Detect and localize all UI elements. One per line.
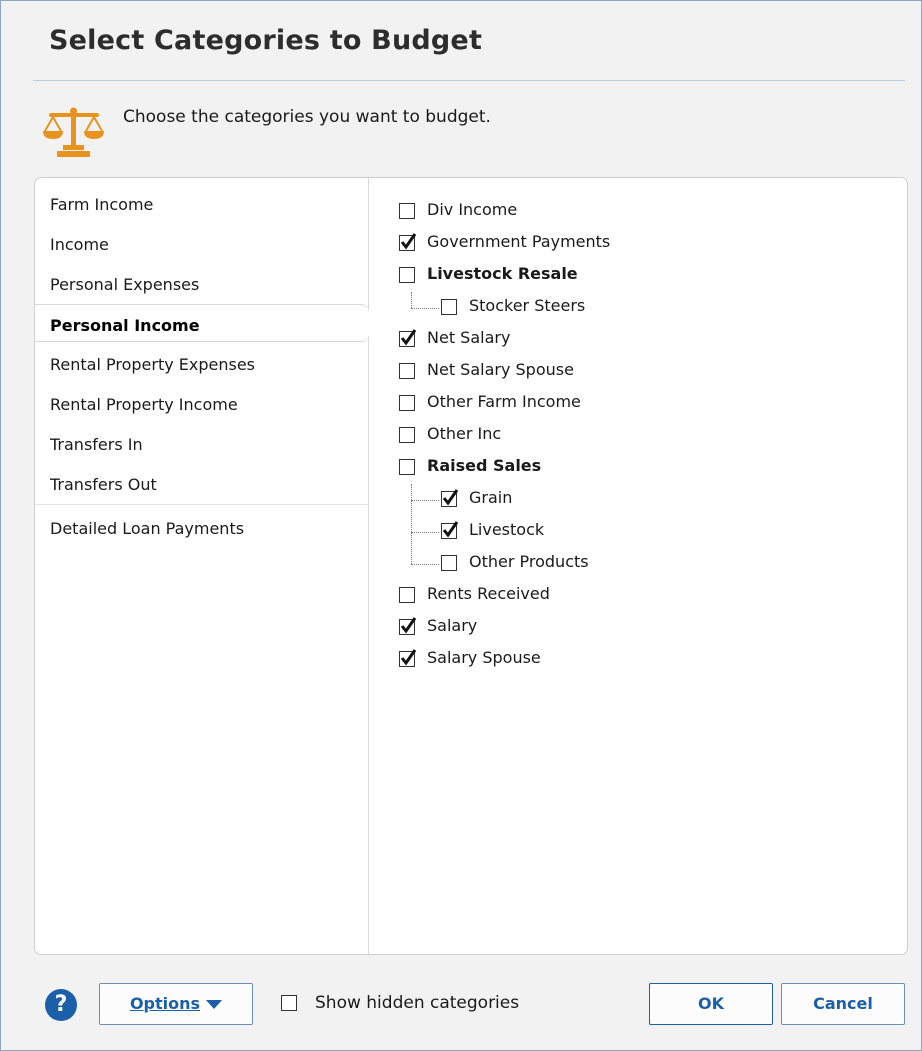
checkmark-icon (442, 521, 459, 538)
category-label: Livestock (469, 520, 545, 539)
group-item-label: Rental Property Income (50, 395, 238, 414)
category-checkbox[interactable] (399, 233, 417, 251)
group-item-label: Farm Income (50, 195, 154, 214)
category-checkbox[interactable] (441, 555, 457, 571)
options-button-label: Options (129, 994, 201, 1013)
help-icon[interactable]: ? (45, 989, 77, 1021)
group-item-rental-property-income[interactable]: Rental Property Income (35, 384, 368, 420)
category-label: Other Products (469, 552, 589, 571)
category-label: Other Inc (427, 424, 502, 443)
category-label: Net Salary (427, 328, 511, 347)
category-label: Salary (427, 616, 478, 635)
category-label: Other Farm Income (427, 392, 581, 411)
category-label: Raised Sales (427, 456, 542, 475)
tree-connector (411, 308, 439, 309)
ok-button[interactable]: OK (649, 983, 773, 1025)
group-item-income[interactable]: Income (35, 224, 368, 260)
group-item-farm-income[interactable]: Farm Income (35, 184, 368, 220)
category-label: Salary Spouse (427, 648, 541, 667)
category-label: Div Income (427, 200, 518, 219)
group-item-personal-expenses[interactable]: Personal Expenses (35, 264, 368, 300)
category-checkbox[interactable] (399, 203, 415, 219)
category-checkbox[interactable] (399, 459, 415, 475)
category-label: Rents Received (427, 584, 550, 603)
category-checkbox[interactable] (441, 299, 457, 315)
category-checkbox[interactable] (399, 363, 415, 379)
show-hidden-checkbox[interactable] (281, 995, 297, 1011)
scales-icon (43, 107, 104, 157)
group-item-label: Income (50, 235, 109, 254)
dialog-header: Select Categories to Budget (1, 1, 921, 81)
group-item-transfers-out[interactable]: Transfers Out (35, 464, 368, 500)
checkmark-icon (400, 233, 417, 250)
group-item-transfers-in[interactable]: Transfers In (35, 424, 368, 460)
header-divider (33, 80, 905, 81)
tree-connector (411, 532, 439, 533)
checkmark-icon (400, 329, 417, 346)
group-item-personal-income[interactable]: Personal Income (35, 304, 369, 342)
tree-connector (411, 564, 439, 565)
checkmark-icon (442, 489, 459, 506)
caret-down-icon (206, 1000, 223, 1009)
tree-connector (411, 292, 412, 308)
category-checkbox[interactable] (399, 617, 417, 635)
checkmark-icon (400, 617, 417, 634)
category-checkbox[interactable] (399, 395, 415, 411)
group-item-label: Transfers In (50, 435, 143, 454)
show-hidden-label: Show hidden categories (315, 993, 520, 1013)
category-checkbox[interactable] (399, 427, 415, 443)
group-item-label: Personal Income (50, 316, 200, 335)
group-item-detailed-loan-payments[interactable]: Detailed Loan Payments (35, 508, 368, 544)
dialog-title: Select Categories to Budget (49, 25, 483, 56)
category-checkbox[interactable] (399, 267, 415, 283)
checkmark-icon (400, 649, 417, 666)
select-categories-dialog: Select Categories to Budget Choose the c… (0, 0, 922, 1051)
group-item-label: Rental Property Expenses (50, 355, 256, 374)
category-checkbox[interactable] (441, 521, 459, 539)
group-list: Farm Income Income Personal Expenses Per… (35, 178, 369, 954)
group-list-divider (35, 504, 368, 505)
category-checkbox[interactable] (399, 587, 415, 603)
group-item-label: Detailed Loan Payments (50, 519, 245, 538)
category-label: Net Salary Spouse (427, 360, 574, 379)
category-checkbox[interactable] (399, 329, 417, 347)
group-item-rental-property-expenses[interactable]: Rental Property Expenses (35, 344, 368, 380)
cancel-button[interactable]: Cancel (781, 983, 905, 1025)
instruction-text: Choose the categories you want to budget… (123, 107, 491, 127)
group-item-label: Transfers Out (50, 475, 157, 494)
category-label: Government Payments (427, 232, 611, 251)
category-label: Grain (469, 488, 513, 507)
category-label: Stocker Steers (469, 296, 586, 315)
tree-connector (411, 484, 412, 564)
options-button[interactable]: Options (99, 983, 253, 1025)
category-checkbox[interactable] (441, 489, 459, 507)
category-checkbox[interactable] (399, 649, 417, 667)
tree-connector (411, 500, 439, 501)
group-item-label: Personal Expenses (50, 275, 200, 294)
category-label: Livestock Resale (427, 264, 578, 283)
